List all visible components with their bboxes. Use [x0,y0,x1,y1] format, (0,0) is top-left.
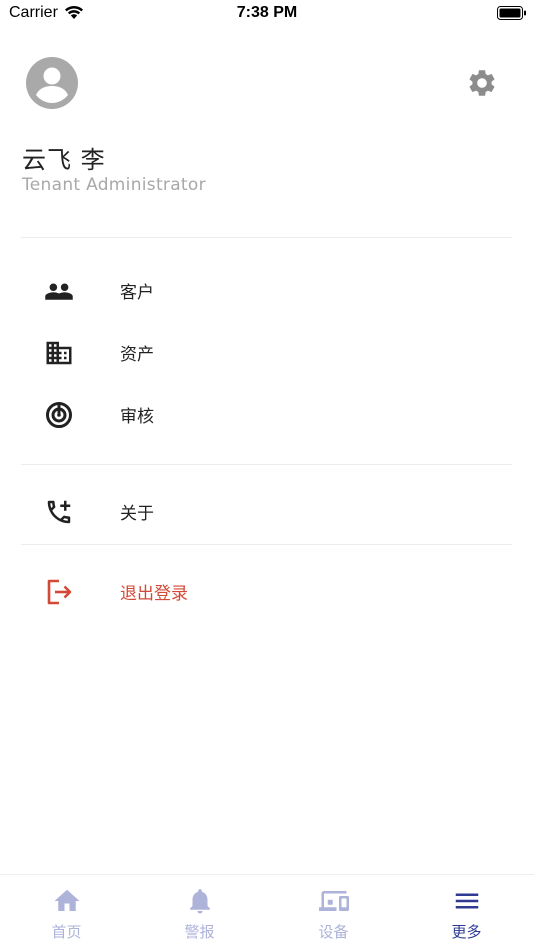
divider [21,237,512,238]
radar-icon [44,400,74,430]
building-icon [44,338,74,368]
menu-item-audit[interactable]: 审核 [21,387,512,439]
tab-label: 更多 [451,923,482,941]
user-name: 云飞 李 [22,146,106,174]
tab-devices[interactable]: 设备 [267,875,400,950]
tab-label: 设备 [318,923,349,941]
menu-item-assets[interactable]: 资产 [21,325,512,377]
tab-more[interactable]: 更多 [400,875,533,950]
divider [21,544,512,545]
phone-add-icon [44,497,74,527]
tab-label: 首页 [51,923,82,941]
menu-item-label: 客户 [120,283,154,303]
account-circle-icon[interactable] [25,56,79,110]
more-screen: Carrier 7:38 PM 云飞 李 Tenant Administrato… [0,0,534,950]
home-icon [52,886,82,916]
logout-icon [44,577,74,607]
bell-icon [185,886,215,916]
user-role: Tenant Administrator [22,175,206,195]
menu-item-about[interactable]: 关于 [21,484,512,536]
menu-icon [452,886,482,916]
battery-icon [497,6,527,25]
tab-home[interactable]: 首页 [0,875,133,950]
status-time: 7:38 PM [236,4,298,21]
menu-item-label: 关于 [120,504,154,524]
menu-item-label: 资产 [120,345,154,365]
tab-alarms[interactable]: 警报 [133,875,266,950]
logout-button[interactable]: 退出登录 [21,564,512,616]
gear-icon [466,70,498,103]
devices-icon [318,886,349,916]
divider [21,464,512,465]
menu-item-label: 审核 [120,407,154,427]
settings-button[interactable] [466,67,498,99]
status-bar: Carrier 7:38 PM [0,0,534,28]
bottom-nav: 首页 警报 设备 更多 [0,874,534,950]
menu-item-customers[interactable]: 客户 [21,263,512,315]
tab-label: 警报 [184,923,215,941]
people-icon [44,276,74,306]
logout-label: 退出登录 [120,584,188,604]
